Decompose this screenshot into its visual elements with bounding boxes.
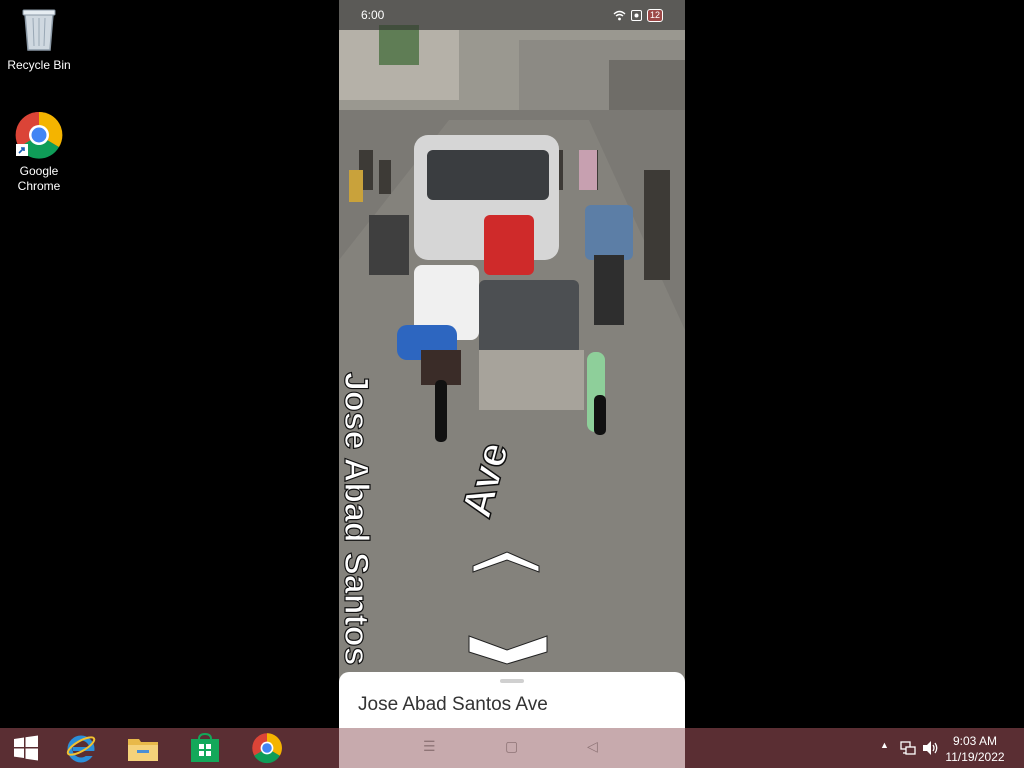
network-icon[interactable] xyxy=(900,740,916,756)
taskbar: ☰ ▢ ◁ ▲ 9:03 AM 11/19/2022 xyxy=(0,728,1024,768)
recycle-bin-icon xyxy=(22,9,56,51)
street-label-left: Jose Abad Santos xyxy=(339,372,375,665)
chrome-icon xyxy=(15,111,63,159)
taskbar-internet-explorer[interactable] xyxy=(55,728,107,768)
internet-explorer-icon xyxy=(66,735,96,763)
start-button[interactable] xyxy=(0,728,52,768)
back-icon[interactable]: ◁ xyxy=(587,738,598,755)
status-icons: 12 xyxy=(613,7,663,23)
clock-date: 11/19/2022 xyxy=(945,750,1005,764)
desktop-icon-recycle-bin[interactable]: Recycle Bin xyxy=(1,6,77,73)
volume-icon[interactable] xyxy=(922,740,940,756)
clock-time: 9:03 AM xyxy=(952,734,998,748)
home-icon[interactable]: ▢ xyxy=(505,738,518,755)
file-explorer-icon xyxy=(128,739,158,761)
battery-indicator: 12 xyxy=(646,8,663,22)
location-title: Jose Abad Santos Ave xyxy=(358,694,548,715)
phone-status-bar: 6:00 12 xyxy=(339,0,685,30)
show-hidden-icons-icon[interactable]: ▲ xyxy=(880,740,889,750)
desktop-icon-google-chrome[interactable]: Google Chrome xyxy=(1,110,77,194)
taskbar-clock[interactable]: 9:03 AM 11/19/2022 xyxy=(940,733,1010,765)
taskbar-file-explorer[interactable] xyxy=(117,728,169,768)
taskbar-store[interactable] xyxy=(179,728,231,768)
street-view-image[interactable]: Jose Abad Santos Ave xyxy=(339,0,685,728)
screen-record-icon xyxy=(630,9,642,21)
recycle-bin-label: Recycle Bin xyxy=(7,58,71,72)
store-icon xyxy=(191,733,219,762)
chrome-icon xyxy=(252,733,282,764)
sheet-drag-handle[interactable] xyxy=(500,679,524,683)
wifi-icon xyxy=(613,10,626,20)
windows-start-icon xyxy=(14,735,38,761)
recent-apps-icon[interactable]: ☰ xyxy=(423,738,436,755)
taskbar-chrome[interactable] xyxy=(241,728,293,768)
phone-time: 6:00 xyxy=(361,8,385,22)
location-bottom-sheet[interactable]: Jose Abad Santos Ave xyxy=(339,672,685,728)
phone-navigation-bar: ☰ ▢ ◁ xyxy=(339,728,685,768)
chrome-label: Google Chrome xyxy=(17,164,61,193)
phone-screen: Jose Abad Santos Ave 6:00 12 Jose Abad S… xyxy=(339,0,685,728)
system-tray: ▲ 9:03 AM 11/19/2022 xyxy=(864,728,1024,768)
